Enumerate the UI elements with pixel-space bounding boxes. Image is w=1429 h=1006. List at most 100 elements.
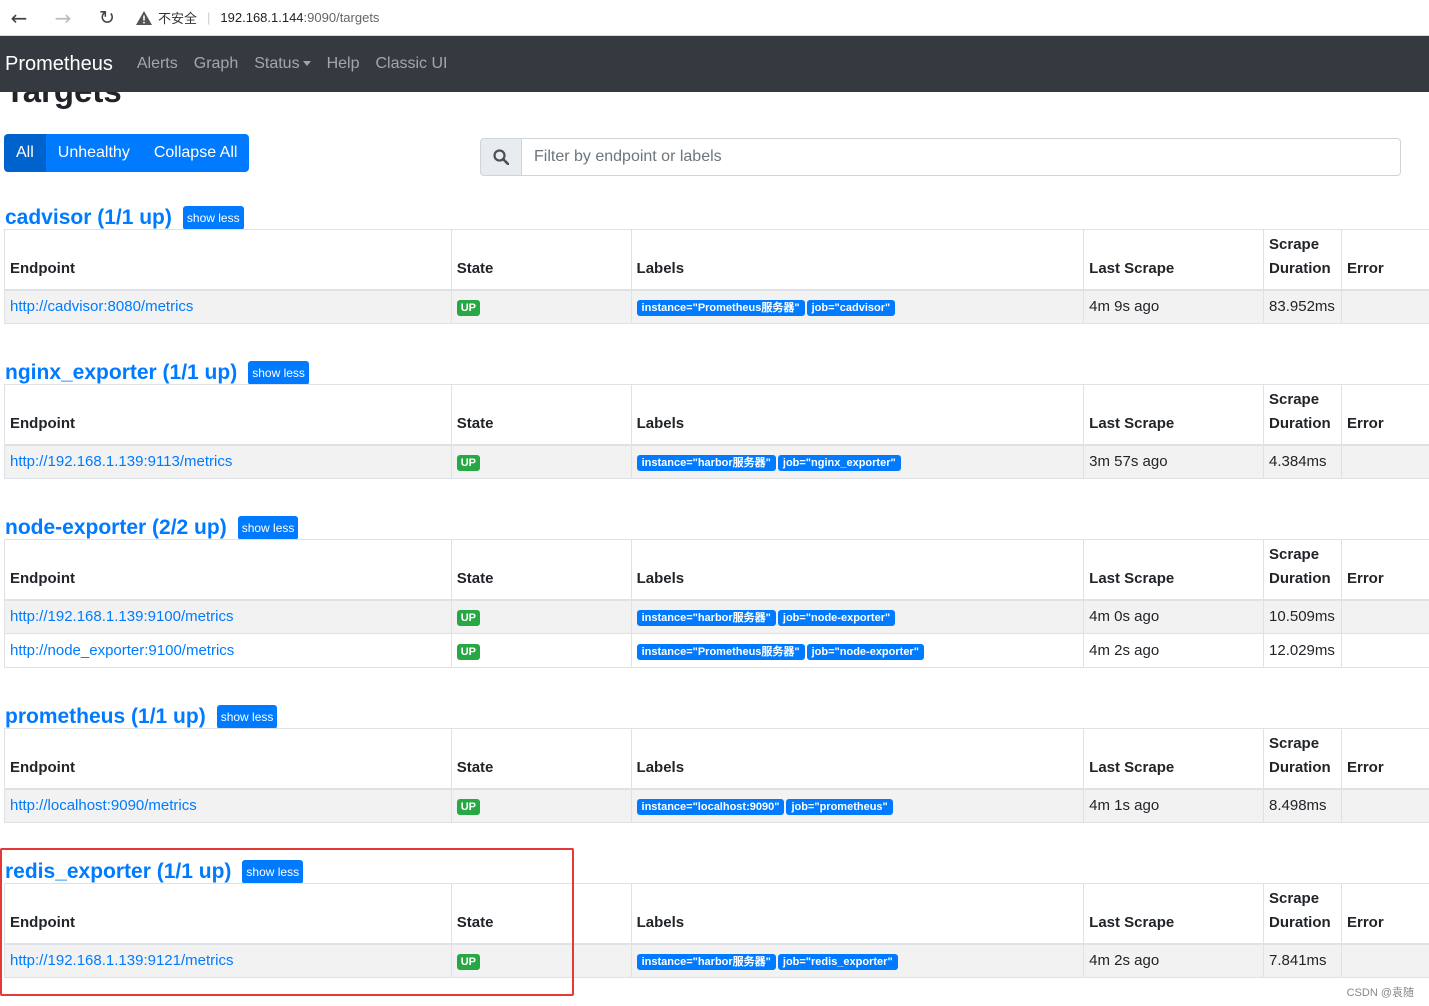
label-badge: job="prometheus" xyxy=(786,798,893,815)
url-path: :9090/targets xyxy=(303,10,380,25)
show-less-button[interactable]: show less xyxy=(216,705,278,729)
back-arrow-icon[interactable]: ← xyxy=(4,3,34,33)
pool-title[interactable]: redis_exporter (1/1 up) xyxy=(5,860,231,884)
filter-all-button[interactable]: All xyxy=(4,134,46,172)
state-cell: UP xyxy=(450,943,632,978)
scrape-duration-cell: 8.498ms xyxy=(1263,788,1342,823)
label-badge: instance="Prometheus服务器" xyxy=(636,299,805,316)
search-icon xyxy=(480,138,522,176)
pool-header: nginx_exporter (1/1 up) show less xyxy=(5,359,309,387)
header-state: State xyxy=(450,229,632,291)
filter-unhealthy-button[interactable]: Unhealthy xyxy=(45,134,142,172)
table-header-row: Endpoint State Labels Last Scrape Scrape Dura… xyxy=(4,883,1429,945)
header-last-scrape: Last Scrape xyxy=(1083,883,1265,945)
search-box xyxy=(480,138,1401,176)
show-less-button[interactable]: show less xyxy=(248,361,309,385)
header-labels: Labels xyxy=(630,229,1085,291)
header-error: Error xyxy=(1341,539,1429,601)
label-badge: instance="localhost:9090" xyxy=(636,798,785,815)
last-scrape-cell: 4m 2s ago xyxy=(1083,943,1265,978)
search-input[interactable] xyxy=(522,138,1401,176)
labels-cell: instance="harbor服务器" job="redis_exporter" xyxy=(630,943,1085,978)
header-state: State xyxy=(450,883,632,945)
show-less-button[interactable]: show less xyxy=(242,860,304,884)
table-row: http://192.168.1.139:9100/metrics UP insta… xyxy=(4,599,1429,634)
show-less-button[interactable]: show less xyxy=(182,206,244,230)
error-cell xyxy=(1341,599,1429,634)
browser-toolbar: ← → ↻ 不安全 | 192.168.1.144:9090/targets xyxy=(0,0,1429,36)
labels-cell: instance="localhost:9090" job="prometheus… xyxy=(630,788,1085,823)
navbar: Prometheus Alerts Graph Status Help Clas… xyxy=(0,36,1429,92)
header-scrape-duration: Scrape Duration xyxy=(1263,728,1342,790)
nav-status-label: Status xyxy=(254,55,300,72)
url-text[interactable]: 192.168.1.144:9090/targets xyxy=(220,10,379,25)
label-badge: job="node-exporter" xyxy=(777,609,896,626)
endpoint-link[interactable]: http://192.168.1.139:9121/metrics xyxy=(10,952,233,969)
warning-icon xyxy=(136,10,152,25)
header-last-scrape: Last Scrape xyxy=(1083,539,1265,601)
header-last-scrape-text: Last Scrape xyxy=(1089,758,1175,776)
header-labels-text: Labels xyxy=(636,414,685,432)
last-scrape-cell: 4m 0s ago xyxy=(1083,599,1265,634)
header-endpoint: Endpoint xyxy=(4,539,452,601)
endpoint-link[interactable]: http://192.168.1.139:9100/metrics xyxy=(10,608,233,625)
endpoint-cell: http://192.168.1.139:9113/metrics xyxy=(4,444,452,479)
header-labels: Labels xyxy=(630,539,1085,601)
endpoint-link[interactable]: http://cadvisor:8080/metrics xyxy=(10,298,193,315)
pool-title[interactable]: nginx_exporter (1/1 up) xyxy=(5,361,237,385)
error-cell xyxy=(1341,444,1429,479)
scrape-duration-cell: 7.841ms xyxy=(1263,943,1342,978)
last-scrape-cell: 4m 9s ago xyxy=(1083,289,1265,324)
state-badge: UP xyxy=(456,299,480,316)
targets-table: Endpoint State Labels Last Scrape Scrape Dura… xyxy=(4,384,1429,479)
endpoint-link[interactable]: http://localhost:9090/metrics xyxy=(10,797,197,814)
endpoint-cell: http://node_exporter:9100/metrics xyxy=(4,633,452,668)
nav-alerts[interactable]: Alerts xyxy=(137,55,178,73)
header-state-text: State xyxy=(456,569,494,587)
header-scrape-duration: Scrape Duration xyxy=(1263,229,1343,291)
nav-classic-ui[interactable]: Classic UI xyxy=(375,55,447,73)
header-endpoint: Endpoint xyxy=(4,229,452,291)
brand-link[interactable]: Prometheus xyxy=(5,53,113,76)
header-last-scrape: Last Scrape xyxy=(1083,229,1265,291)
address-bar[interactable]: 不安全 | 192.168.1.144:9090/targets xyxy=(136,4,379,32)
state-cell: UP xyxy=(450,444,632,479)
header-error-text: Error xyxy=(1347,569,1384,587)
table-row: http://cadvisor:8080/metrics UP instance="… xyxy=(4,289,1429,324)
label-badge: instance="harbor服务器" xyxy=(636,953,776,970)
header-scrape-duration-text: Scrape xyxy=(1269,235,1320,253)
header-endpoint-text: Endpoint xyxy=(10,758,75,776)
label-badge: instance="Prometheus服务器" xyxy=(636,643,805,660)
endpoint-cell: http://localhost:9090/metrics xyxy=(4,788,452,823)
endpoint-link[interactable]: http://node_exporter:9100/metrics xyxy=(10,642,234,659)
header-scrape-duration-text: Duration xyxy=(1269,758,1331,776)
header-scrape-duration-text: Duration xyxy=(1269,569,1331,587)
header-labels-text: Labels xyxy=(636,569,685,587)
nav-graph[interactable]: Graph xyxy=(194,55,238,73)
header-scrape-duration-text: Duration xyxy=(1269,913,1331,931)
label-badge: job="cadvisor" xyxy=(806,299,896,316)
caret-down-icon xyxy=(302,61,311,67)
collapse-all-button[interactable]: Collapse All xyxy=(141,134,250,172)
reload-icon[interactable]: ↻ xyxy=(92,3,122,33)
state-cell: UP xyxy=(450,788,632,823)
targets-table: Endpoint State Labels Last Scrape Scrape Dura… xyxy=(4,539,1429,668)
header-endpoint: Endpoint xyxy=(4,883,452,945)
nav-status[interactable]: Status xyxy=(254,55,311,73)
header-error-text: Error xyxy=(1347,414,1384,432)
pool-title[interactable]: cadvisor (1/1 up) xyxy=(5,206,172,230)
endpoint-link[interactable]: http://192.168.1.139:9113/metrics xyxy=(10,453,232,470)
pool-header: redis_exporter (1/1 up) show less xyxy=(5,858,304,886)
header-error-text: Error xyxy=(1347,913,1384,931)
nav-help[interactable]: Help xyxy=(327,55,360,73)
watermark: CSDN @袁随 xyxy=(1346,987,1414,999)
show-less-button[interactable]: show less xyxy=(237,516,299,540)
state-badge: UP xyxy=(456,798,480,815)
forward-arrow-icon[interactable]: → xyxy=(48,3,78,33)
header-error: Error xyxy=(1341,384,1429,446)
pool-title[interactable]: node-exporter (2/2 up) xyxy=(5,516,227,540)
header-last-scrape-text: Last Scrape xyxy=(1089,259,1175,277)
pool-title[interactable]: prometheus (1/1 up) xyxy=(5,705,206,729)
header-last-scrape-text: Last Scrape xyxy=(1089,569,1175,587)
header-endpoint-text: Endpoint xyxy=(10,414,75,432)
